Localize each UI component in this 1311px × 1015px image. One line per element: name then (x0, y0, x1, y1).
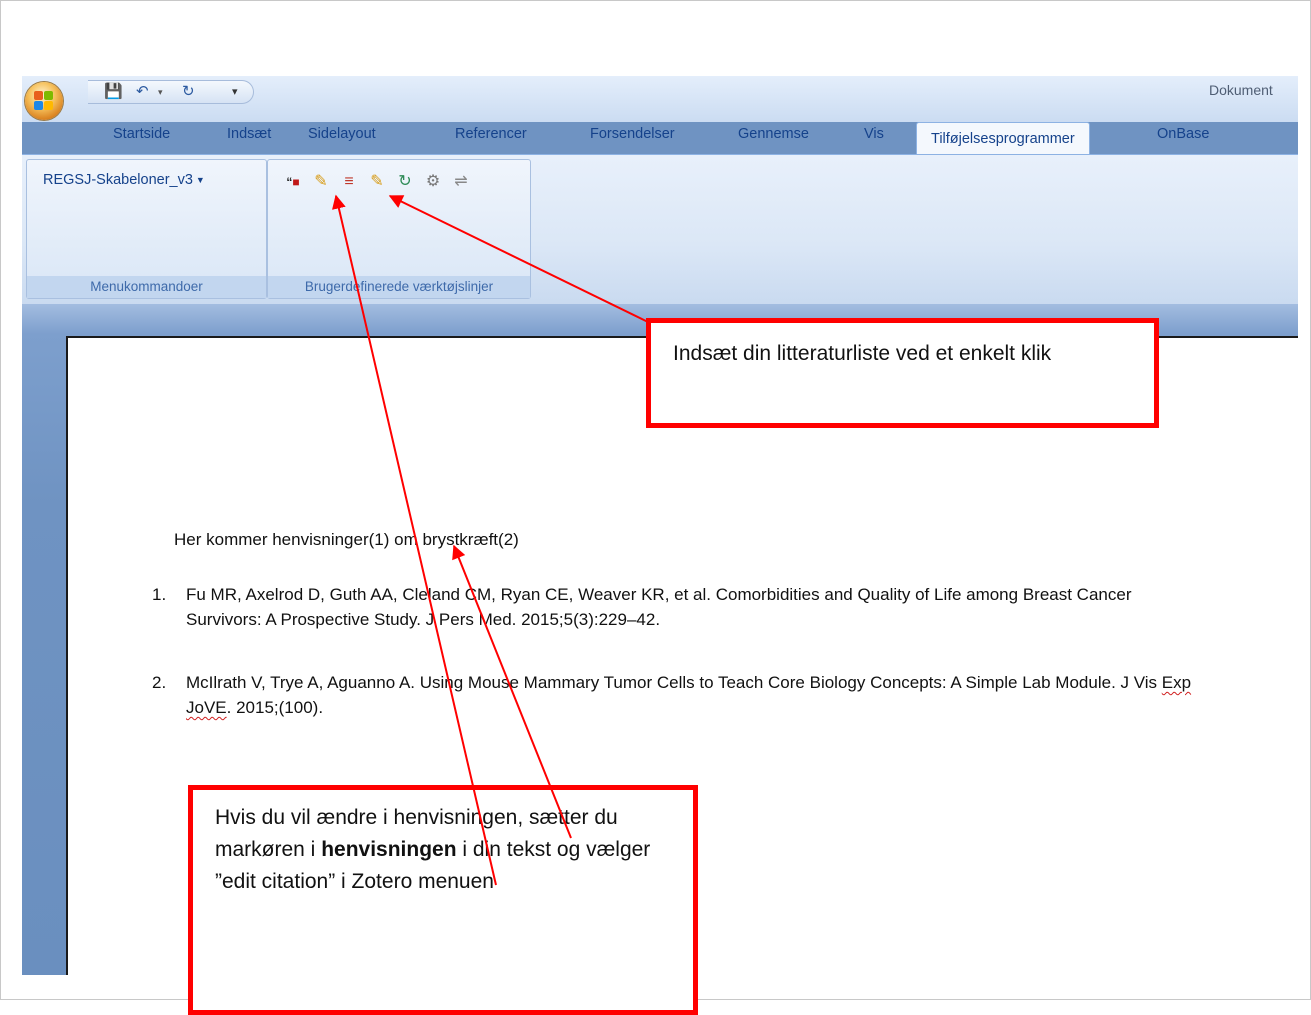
ribbon-tabs: Startside Indsæt Sidelayout Referencer F… (22, 122, 1298, 154)
tab-gennemse[interactable]: Gennemse (738, 126, 809, 142)
chevron-down-icon: ▼ (195, 175, 205, 186)
tab-forsendelser[interactable]: Forsendelser (590, 126, 675, 142)
add-bibliography-icon[interactable]: ≡ (338, 172, 360, 192)
templates-dropdown[interactable]: REGSJ-Skabeloner_v3 ▼ (43, 172, 205, 188)
reference-text-main: McIlrath V, Trye A, Aguanno A. Using Mou… (186, 673, 1162, 692)
callout-edit-citation: Hvis du vil ændre i henvisningen, sætter… (188, 785, 698, 1015)
tab-sidelayout[interactable]: Sidelayout (308, 126, 376, 142)
group-label-custom-toolbars: Brugerdefinerede værktøjslinjer (268, 276, 530, 298)
undo-dropdown-icon[interactable]: ▾ (158, 84, 163, 100)
document-preferences-icon[interactable]: ⚙ (422, 172, 444, 192)
save-icon[interactable]: 💾 (104, 84, 123, 100)
edit-citation-icon[interactable]: ✎ (310, 172, 332, 192)
document-paragraph: Her kommer henvisninger(1) om brystkræft… (174, 530, 519, 549)
undo-icon[interactable]: ↶ (136, 84, 149, 100)
templates-dropdown-label: REGSJ-Skabeloner_v3 (43, 172, 193, 188)
reference-text: Fu MR, Axelrod D, Guth AA, Cleland CM, R… (186, 585, 1132, 629)
customize-icon[interactable]: ▾ (232, 84, 238, 100)
group-menukommandoer: REGSJ-Skabeloner_v3 ▼ Menukommandoer (26, 159, 267, 299)
group-custom-toolbars: “■ ✎ ≡ ✎ ↻ ⚙ ⇌ Brugerdefinerede værktøjs… (267, 159, 531, 299)
tab-tilfoejelsesprogrammer[interactable]: Tilføjelsesprogrammer (916, 122, 1090, 154)
unlink-citations-icon[interactable]: ⇌ (450, 172, 472, 192)
callout-edit-bold: henvisningen (321, 838, 457, 861)
office-button[interactable] (25, 82, 63, 120)
ribbon: REGSJ-Skabeloner_v3 ▼ Menukommandoer “■ ✎… (22, 154, 1298, 306)
quick-access-toolbar: 💾 ↶ ▾ ↻ ▾ (88, 80, 254, 104)
reference-number: 2. (152, 673, 167, 692)
reference-text-tail: . 2015;(100). (226, 698, 324, 717)
tab-startside[interactable]: Startside (113, 126, 170, 142)
tab-indsaet[interactable]: Indsæt (227, 126, 271, 142)
tab-referencer[interactable]: Referencer (455, 126, 527, 142)
edit-bibliography-icon[interactable]: ✎ (366, 172, 388, 192)
reference-number: 1. (152, 585, 167, 604)
redo-icon[interactable]: ↻ (182, 84, 195, 100)
reference-text: McIlrath V, Trye A, Aguanno A. Using Mou… (186, 670, 1196, 720)
tab-vis[interactable]: Vis (864, 126, 884, 142)
callout-insert-bibliography: Indsæt din litteraturliste ved et enkelt… (646, 318, 1159, 428)
refresh-icon[interactable]: ↻ (394, 172, 416, 192)
office-logo-icon (34, 91, 54, 111)
add-citation-icon[interactable]: “■ (282, 172, 304, 192)
title-bar: 💾 ↶ ▾ ↻ ▾ Dokument (22, 76, 1298, 122)
document-title: Dokument (1209, 82, 1273, 98)
group-label-menukommandoer: Menukommandoer (27, 276, 266, 298)
tab-onbase[interactable]: OnBase (1157, 126, 1209, 142)
